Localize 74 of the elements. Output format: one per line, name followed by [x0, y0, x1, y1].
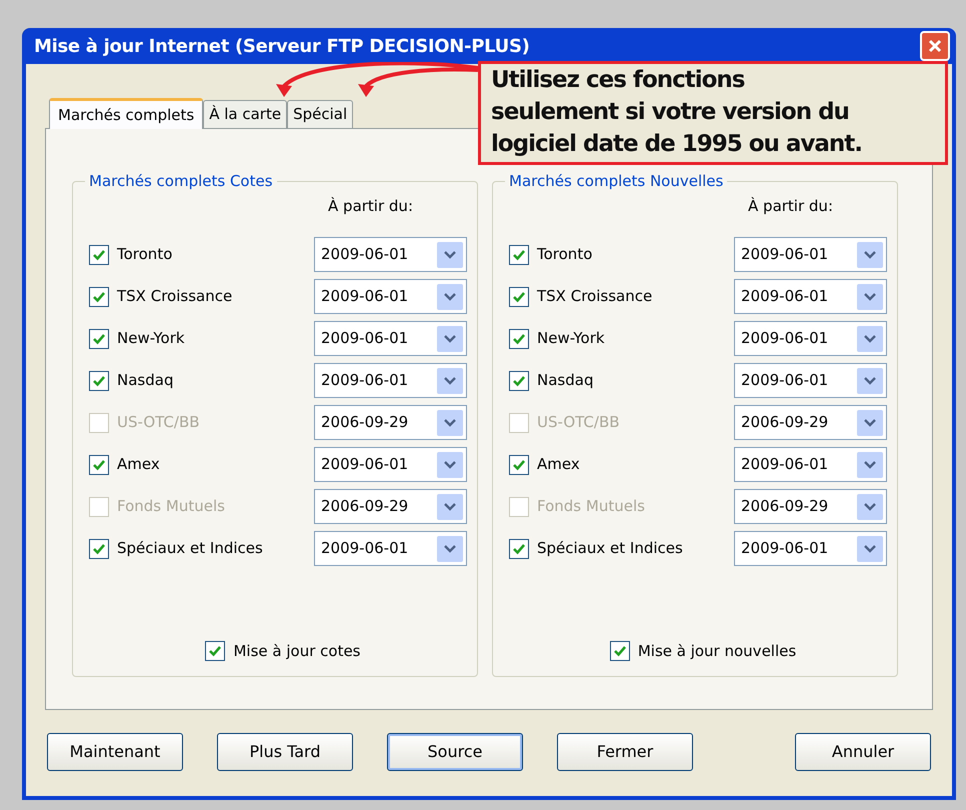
dialog-button[interactable]: Source — [387, 733, 523, 771]
checkbox-label: Spéciaux et Indices — [117, 538, 264, 560]
checkmark-icon — [209, 644, 222, 657]
close-icon — [927, 38, 943, 54]
column-heading: À partir du: — [748, 196, 833, 216]
checkmark-icon — [93, 248, 105, 260]
checkmark-icon — [513, 290, 525, 302]
checkbox-label: Amex — [537, 454, 581, 476]
date-dropdown[interactable]: 2009-06-01 — [314, 321, 467, 356]
checkbox-label: Nasdaq — [537, 370, 594, 392]
checkmark-icon — [513, 374, 525, 386]
checkbox[interactable] — [205, 640, 226, 661]
tab[interactable]: À la carte — [203, 100, 288, 128]
checkbox[interactable] — [89, 538, 109, 558]
checkmark-icon — [513, 542, 525, 554]
checkbox-label: TSX Croissance — [537, 286, 654, 308]
group-title: Marchés complets Cotes — [85, 171, 277, 191]
checkmark-icon — [93, 458, 105, 470]
tab[interactable]: Spécial — [287, 100, 354, 128]
checkbox[interactable] — [89, 244, 109, 264]
date-dropdown[interactable]: 2009-06-01 — [314, 279, 467, 314]
date-dropdown[interactable]: 2009-06-01 — [314, 363, 467, 398]
date-dropdown[interactable]: 2009-06-01 — [734, 237, 887, 272]
date-dropdown[interactable]: 2009-06-01 — [314, 531, 467, 566]
checkbox-label: TSX Croissance — [117, 286, 234, 308]
dialog-button[interactable]: Maintenant — [47, 733, 183, 771]
checkmark-icon — [513, 332, 525, 344]
checkbox[interactable] — [509, 454, 529, 474]
checkbox[interactable] — [89, 286, 109, 306]
checkbox-label: US-OTC/BB — [117, 412, 201, 434]
checkbox[interactable] — [509, 328, 529, 348]
checkbox-label: Spéciaux et Indices — [537, 538, 684, 560]
tab[interactable]: Marchés complets — [49, 98, 204, 129]
dialog-button[interactable]: Fermer — [557, 733, 693, 771]
checkbox-label: New-York — [537, 328, 606, 350]
checkmark-icon — [513, 458, 525, 470]
checkbox-label: US-OTC/BB — [537, 412, 621, 434]
date-dropdown[interactable]: 2009-06-01 — [734, 447, 887, 482]
checkbox[interactable] — [89, 454, 109, 474]
checkbox-label: Toronto — [117, 244, 174, 266]
dialog-button[interactable]: Plus Tard — [217, 733, 353, 771]
date-dropdown[interactable]: 2009-06-01 — [734, 363, 887, 398]
checkbox[interactable] — [610, 640, 630, 661]
date-dropdown[interactable]: 2009-06-01 — [314, 447, 467, 482]
checkmark-icon — [614, 644, 626, 657]
checkbox[interactable] — [89, 370, 109, 390]
date-dropdown[interactable]: 2009-06-01 — [734, 531, 887, 566]
checkbox-label: Amex — [117, 454, 161, 476]
date-dropdown[interactable]: 2009-06-01 — [734, 279, 887, 314]
dialog-button[interactable]: Annuler — [795, 733, 931, 771]
date-dropdown[interactable]: 2009-06-01 — [314, 237, 467, 272]
checkbox-label: Fonds Mutuels — [537, 496, 646, 518]
group-title: Marchés complets Nouvelles — [505, 171, 728, 191]
checkbox-label: Mise à jour cotes — [233, 640, 361, 662]
close-button[interactable] — [920, 31, 950, 61]
checkbox-label: New-York — [117, 328, 186, 350]
checkbox[interactable] — [509, 286, 529, 306]
column-heading: À partir du: — [328, 196, 413, 216]
checkmark-icon — [93, 290, 105, 302]
checkbox[interactable] — [509, 244, 529, 264]
checkbox-label: Fonds Mutuels — [117, 496, 226, 518]
checkmark-icon — [513, 248, 525, 260]
checkbox[interactable] — [89, 328, 109, 348]
checkmark-icon — [93, 332, 105, 344]
checkbox[interactable] — [509, 538, 529, 558]
checkbox[interactable] — [509, 370, 529, 390]
checkbox-label: Mise à jour nouvelles — [638, 640, 796, 662]
date-dropdown[interactable]: 2009-06-01 — [734, 321, 887, 356]
window-title: Mise à jour Internet (Serveur FTP DECISION-PLUS) — [34, 34, 530, 58]
checkbox-label: Toronto — [537, 244, 594, 266]
annotation-callout: Utilisez ces fonctions seulement si votre version du logiciel date de 1995 ou avant. — [478, 61, 948, 165]
checkmark-icon — [93, 374, 105, 386]
checkmark-icon — [93, 542, 105, 554]
checkbox-label: Nasdaq — [117, 370, 174, 392]
